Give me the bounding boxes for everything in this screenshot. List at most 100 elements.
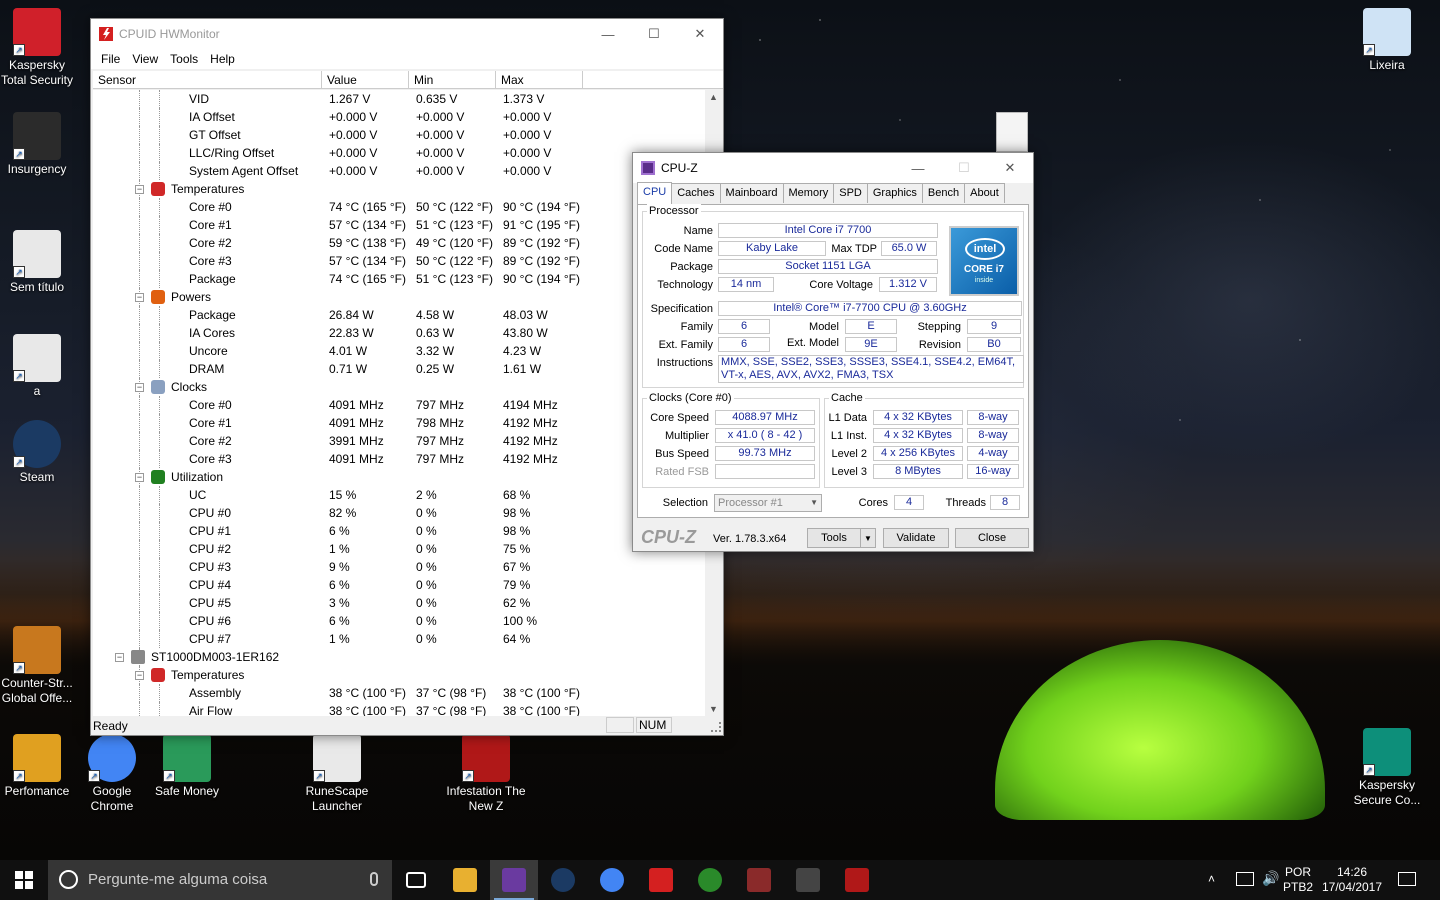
table-row[interactable]: Core #3 57 °C (134 °F) 50 °C (122 °F) 89 °C…: [93, 252, 705, 270]
table-row[interactable]: Core #2 3991 MHz 797 MHz 4192 MHz: [93, 432, 705, 450]
resize-grip-icon[interactable]: [711, 722, 721, 732]
table-row[interactable]: Uncore 4.01 W 3.32 W 4.23 W: [93, 342, 705, 360]
desktop-icon[interactable]: ↗ Insurgency: [0, 112, 79, 177]
column-max[interactable]: Max: [496, 71, 583, 89]
desktop-icon[interactable]: ↗ Safe Money: [145, 734, 229, 799]
desktop-icon[interactable]: ↗ Sem título: [0, 230, 79, 295]
minimize-icon[interactable]: —: [895, 153, 941, 183]
table-row[interactable]: Core #0 4091 MHz 797 MHz 4194 MHz: [93, 396, 705, 414]
desktop-icon[interactable]: ↗ RuneScape Launcher: [295, 734, 379, 814]
collapse-icon[interactable]: −: [135, 473, 144, 482]
table-row[interactable]: Package 26.84 W 4.58 W 48.03 W: [93, 306, 705, 324]
menu-tools[interactable]: Tools: [164, 52, 204, 66]
column-sensor[interactable]: Sensor: [93, 71, 322, 89]
desktop-icon[interactable]: ↗ Google Chrome: [70, 734, 154, 814]
table-row[interactable]: Core #3 4091 MHz 797 MHz 4192 MHz: [93, 450, 705, 468]
table-row[interactable]: CPU #4 6 % 0 % 79 %: [93, 576, 705, 594]
cpuz-titlebar[interactable]: CPU-Z — ☐ ✕: [633, 153, 1033, 183]
table-row[interactable]: CPU #3 9 % 0 % 67 %: [93, 558, 705, 576]
table-row[interactable]: GT Offset +0.000 V +0.000 V +0.000 V: [93, 126, 705, 144]
table-row[interactable]: − Clocks: [93, 378, 705, 396]
table-row[interactable]: LLC/Ring Offset +0.000 V +0.000 V +0.000 V: [93, 144, 705, 162]
tab-bench[interactable]: Bench: [921, 183, 966, 203]
table-row[interactable]: CPU #5 3 % 0 % 62 %: [93, 594, 705, 612]
table-row[interactable]: − ST1000DM003-1ER162: [93, 648, 705, 666]
desktop-icon[interactable]: ↗ Steam: [0, 420, 79, 485]
tab-caches[interactable]: Caches: [671, 183, 721, 203]
table-row[interactable]: Air Flow 38 °C (100 °F) 37 °C (98 °F) 38 °C…: [93, 702, 705, 716]
desktop-icon[interactable]: ↗ Kaspersky Total Security: [0, 8, 79, 88]
scroll-down-icon[interactable]: ▼: [709, 704, 718, 714]
tools-dropdown-button[interactable]: ▼: [860, 528, 876, 548]
taskbar-app-button[interactable]: [686, 860, 734, 900]
table-row[interactable]: − Utilization: [93, 468, 705, 486]
show-hidden-icons-chevron-icon[interactable]: ˄: [1208, 872, 1215, 887]
desktop-icon[interactable]: ↗ Counter-Str... Global Offe...: [0, 626, 79, 706]
action-center-icon[interactable]: [1398, 872, 1416, 886]
taskbar-app-button[interactable]: [735, 860, 783, 900]
document-file-icon[interactable]: [996, 112, 1028, 152]
sensor-tree[interactable]: VID 1.267 V 0.635 V 1.373 V IA Offset +0.000 …: [93, 90, 705, 716]
collapse-icon[interactable]: −: [115, 653, 124, 662]
network-icon[interactable]: [1236, 872, 1254, 886]
table-row[interactable]: Core #0 74 °C (165 °F) 50 °C (122 °F) 90 °C…: [93, 198, 705, 216]
table-row[interactable]: − Powers: [93, 288, 705, 306]
table-row[interactable]: − Temperatures: [93, 666, 705, 684]
menu-view[interactable]: View: [126, 52, 164, 66]
column-min[interactable]: Min: [409, 71, 496, 89]
search-box[interactable]: Pergunte-me alguma coisa: [48, 860, 392, 900]
scroll-up-icon[interactable]: ▲: [709, 92, 718, 102]
tab-about[interactable]: About: [964, 183, 1005, 203]
desktop-icon[interactable]: ↗ Infestation The New Z: [444, 734, 528, 814]
table-row[interactable]: CPU #0 82 % 0 % 98 %: [93, 504, 705, 522]
hwmonitor-titlebar[interactable]: CPUID HWMonitor — ☐ ✕: [91, 19, 723, 49]
collapse-icon[interactable]: −: [135, 293, 144, 302]
collapse-icon[interactable]: −: [135, 185, 144, 194]
taskbar-app-button[interactable]: [490, 860, 538, 900]
table-row[interactable]: DRAM 0.71 W 0.25 W 1.61 W: [93, 360, 705, 378]
tools-button[interactable]: Tools: [807, 528, 861, 548]
hwmonitor-window[interactable]: CPUID HWMonitor — ☐ ✕ File View Tools He…: [90, 18, 724, 736]
taskbar-app-button[interactable]: [392, 860, 440, 900]
processor-select[interactable]: Processor #1 ▼: [714, 494, 822, 512]
close-button[interactable]: Close: [955, 528, 1029, 548]
cpuz-window[interactable]: CPU-Z — ☐ ✕ CPU Caches Mainboard Memory SPD G…: [632, 152, 1034, 552]
desktop-icon[interactable]: ↗ Perfomance: [0, 734, 79, 799]
taskbar-app-button[interactable]: [833, 860, 881, 900]
table-row[interactable]: System Agent Offset +0.000 V +0.000 V +0.00…: [93, 162, 705, 180]
tab-graphics[interactable]: Graphics: [866, 183, 923, 203]
table-row[interactable]: CPU #2 1 % 0 % 75 %: [93, 540, 705, 558]
menu-file[interactable]: File: [95, 52, 126, 66]
close-icon[interactable]: ✕: [987, 153, 1033, 183]
validate-button[interactable]: Validate: [883, 528, 949, 548]
collapse-icon[interactable]: −: [135, 383, 144, 392]
table-row[interactable]: CPU #1 6 % 0 % 98 %: [93, 522, 705, 540]
table-row[interactable]: UC 15 % 2 % 68 %: [93, 486, 705, 504]
clock[interactable]: 14:26 17/04/2017: [1320, 865, 1384, 895]
close-icon[interactable]: ✕: [677, 19, 723, 49]
tab-mainboard[interactable]: Mainboard: [719, 183, 784, 203]
volume-icon[interactable]: 🔊: [1262, 871, 1279, 886]
table-row[interactable]: CPU #6 6 % 0 % 100 %: [93, 612, 705, 630]
language-indicator[interactable]: POR PTB2: [1282, 865, 1314, 895]
collapse-icon[interactable]: −: [135, 671, 144, 680]
start-button[interactable]: [0, 860, 48, 900]
table-row[interactable]: Package 74 °C (165 °F) 51 °C (123 °F) 90 °C…: [93, 270, 705, 288]
taskbar-app-button[interactable]: [588, 860, 636, 900]
taskbar-app-button[interactable]: [784, 860, 832, 900]
table-row[interactable]: VID 1.267 V 0.635 V 1.373 V: [93, 90, 705, 108]
desktop-icon[interactable]: ↗ Kaspersky Secure Co...: [1345, 728, 1429, 808]
desktop-icon[interactable]: ↗ Lixeira: [1345, 8, 1429, 73]
table-row[interactable]: IA Offset +0.000 V +0.000 V +0.000 V: [93, 108, 705, 126]
microphone-icon[interactable]: [370, 872, 378, 886]
taskbar-app-button[interactable]: [637, 860, 685, 900]
taskbar-app-button[interactable]: [441, 860, 489, 900]
tab-memory[interactable]: Memory: [782, 183, 835, 203]
column-value[interactable]: Value: [322, 71, 409, 89]
tab-cpu[interactable]: CPU: [637, 182, 673, 204]
table-row[interactable]: Core #1 4091 MHz 798 MHz 4192 MHz: [93, 414, 705, 432]
tab-spd[interactable]: SPD: [833, 183, 868, 203]
table-row[interactable]: CPU #7 1 % 0 % 64 %: [93, 630, 705, 648]
table-row[interactable]: − Temperatures: [93, 180, 705, 198]
table-row[interactable]: Core #2 59 °C (138 °F) 49 °C (120 °F) 89 °C…: [93, 234, 705, 252]
